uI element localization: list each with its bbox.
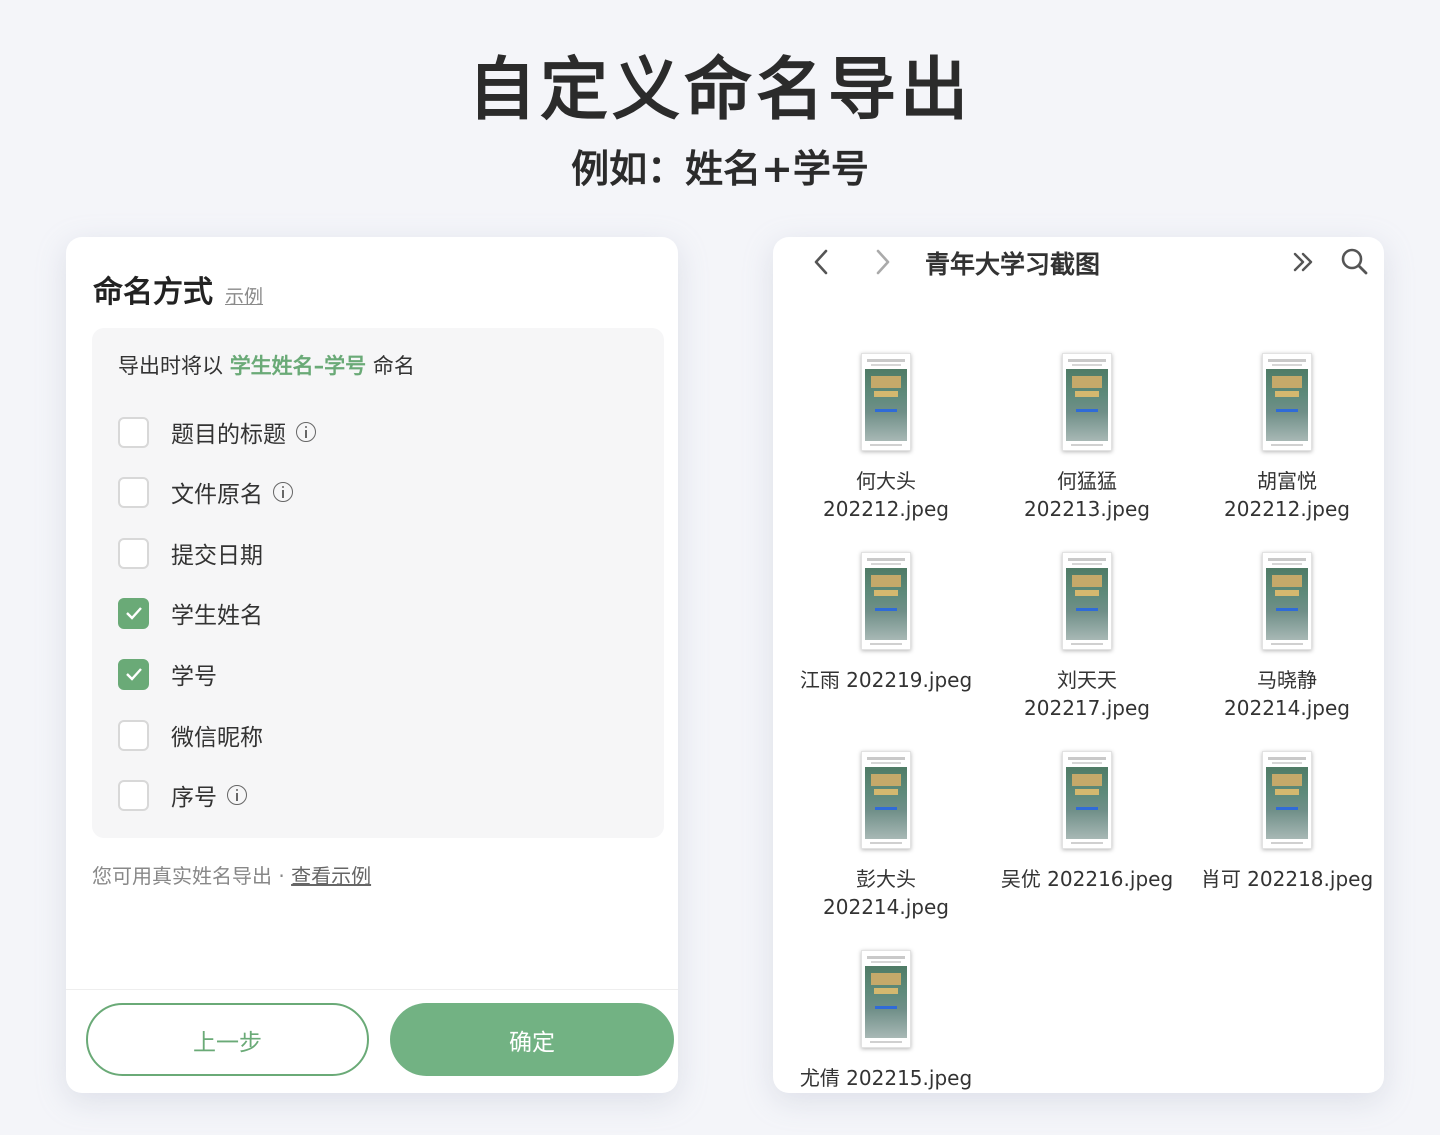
dialog-header: 命名方式 示例 — [93, 267, 263, 311]
double-chevron-right-icon[interactable] — [1289, 245, 1319, 283]
option-label: 序号 — [171, 785, 217, 811]
file-name: 何大头 202212.jpeg — [823, 469, 949, 521]
info-icon[interactable] — [227, 785, 247, 805]
file-item[interactable]: 马晓静 202214.jpeg — [1192, 552, 1382, 722]
file-item[interactable]: 胡富悦 202212.jpeg — [1192, 353, 1382, 523]
checkbox[interactable] — [118, 416, 149, 448]
image-thumbnail — [1062, 552, 1112, 650]
page-title: 自定义命名导出 — [467, 51, 972, 130]
file-item[interactable]: 何大头 202212.jpeg — [791, 353, 981, 523]
image-thumbnail — [1062, 751, 1112, 849]
file-name: 江雨 202219.jpeg — [799, 668, 973, 692]
option-label: 学生姓名 — [171, 603, 263, 629]
footnote-text: 您可用真实姓名导出 · — [92, 864, 285, 888]
image-thumbnail — [861, 950, 911, 1048]
checkbox[interactable] — [118, 537, 149, 569]
option-label: 提交日期 — [171, 543, 263, 569]
option-row[interactable]: 序号 — [118, 779, 247, 811]
options-panel: 导出时将以 学生姓名–学号 命名 题目的标题 文件原名 提交日期 学生姓名 学号 — [92, 328, 664, 838]
example-link[interactable]: 示例 — [225, 282, 263, 309]
option-label: 微信昵称 — [171, 725, 263, 751]
option-row[interactable]: 提交日期 — [118, 537, 263, 569]
checkbox[interactable] — [118, 779, 149, 811]
file-item[interactable]: 何猛猛 202213.jpeg — [992, 353, 1182, 523]
page-subtitle: 例如：姓名+学号 — [571, 147, 869, 191]
view-example-link[interactable]: 查看示例 — [291, 864, 371, 888]
checkbox[interactable] — [118, 658, 149, 690]
checkbox[interactable] — [118, 476, 149, 508]
checkbox[interactable] — [118, 719, 149, 751]
info-icon[interactable] — [296, 422, 316, 442]
file-browser-window: 青年大学习截图 何大头 202212.jpeg 何猛猛 202213.jpeg 胡富… — [773, 237, 1384, 1093]
info-icon[interactable] — [273, 482, 293, 502]
file-item[interactable]: 江雨 202219.jpeg — [791, 552, 981, 694]
file-name: 尤倩 202215.jpeg — [799, 1066, 973, 1090]
file-name: 胡富悦 202212.jpeg — [1224, 469, 1350, 521]
image-thumbnail — [1262, 353, 1312, 451]
file-item[interactable]: 吴优 202216.jpeg — [992, 751, 1182, 893]
naming-hint: 导出时将以 学生姓名–学号 命名 — [118, 350, 415, 380]
naming-dialog: 命名方式 示例 导出时将以 学生姓名–学号 命名 题目的标题 文件原名 提交日期… — [66, 237, 678, 1093]
file-name: 刘天天 202217.jpeg — [1024, 668, 1150, 720]
chevron-right-icon[interactable] — [869, 245, 895, 283]
image-thumbnail — [1062, 353, 1112, 451]
image-thumbnail — [861, 751, 911, 849]
search-icon[interactable] — [1339, 245, 1371, 283]
footnote: 您可用真实姓名导出 · 查看示例 — [92, 860, 371, 889]
file-name: 马晓静 202214.jpeg — [1224, 668, 1350, 720]
previous-step-button[interactable]: 上一步 — [86, 1003, 369, 1076]
file-name: 何猛猛 202213.jpeg — [1024, 469, 1150, 521]
dialog-title: 命名方式 — [93, 275, 213, 310]
option-label: 文件原名 — [171, 482, 263, 508]
file-item[interactable]: 尤倩 202215.jpeg — [791, 950, 981, 1092]
naming-hint-prefix: 导出时将以 — [118, 354, 223, 378]
confirm-button[interactable]: 确定 — [390, 1003, 674, 1076]
file-name: 彭大头 202214.jpeg — [823, 867, 949, 919]
option-row[interactable]: 题目的标题 — [118, 416, 316, 448]
option-row[interactable]: 微信昵称 — [118, 719, 263, 751]
naming-hint-highlight: 学生姓名–学号 — [229, 354, 367, 378]
naming-hint-suffix: 命名 — [372, 354, 415, 378]
file-item[interactable]: 刘天天 202217.jpeg — [992, 552, 1182, 722]
file-item[interactable]: 肖可 202218.jpeg — [1192, 751, 1382, 893]
image-thumbnail — [861, 552, 911, 650]
option-row[interactable]: 学号 — [118, 658, 217, 690]
file-name: 肖可 202218.jpeg — [1200, 867, 1374, 891]
option-row[interactable]: 学生姓名 — [118, 597, 263, 629]
option-label: 题目的标题 — [171, 422, 286, 448]
checkbox[interactable] — [118, 597, 149, 629]
image-thumbnail — [861, 353, 911, 451]
chevron-left-icon[interactable] — [809, 245, 835, 283]
option-label: 学号 — [171, 664, 217, 690]
image-thumbnail — [1262, 552, 1312, 650]
option-row[interactable]: 文件原名 — [118, 476, 293, 508]
divider — [66, 989, 678, 990]
image-thumbnail — [1262, 751, 1312, 849]
folder-title: 青年大学习截图 — [925, 250, 1101, 279]
file-name: 吴优 202216.jpeg — [1000, 867, 1174, 891]
file-item[interactable]: 彭大头 202214.jpeg — [791, 751, 981, 921]
